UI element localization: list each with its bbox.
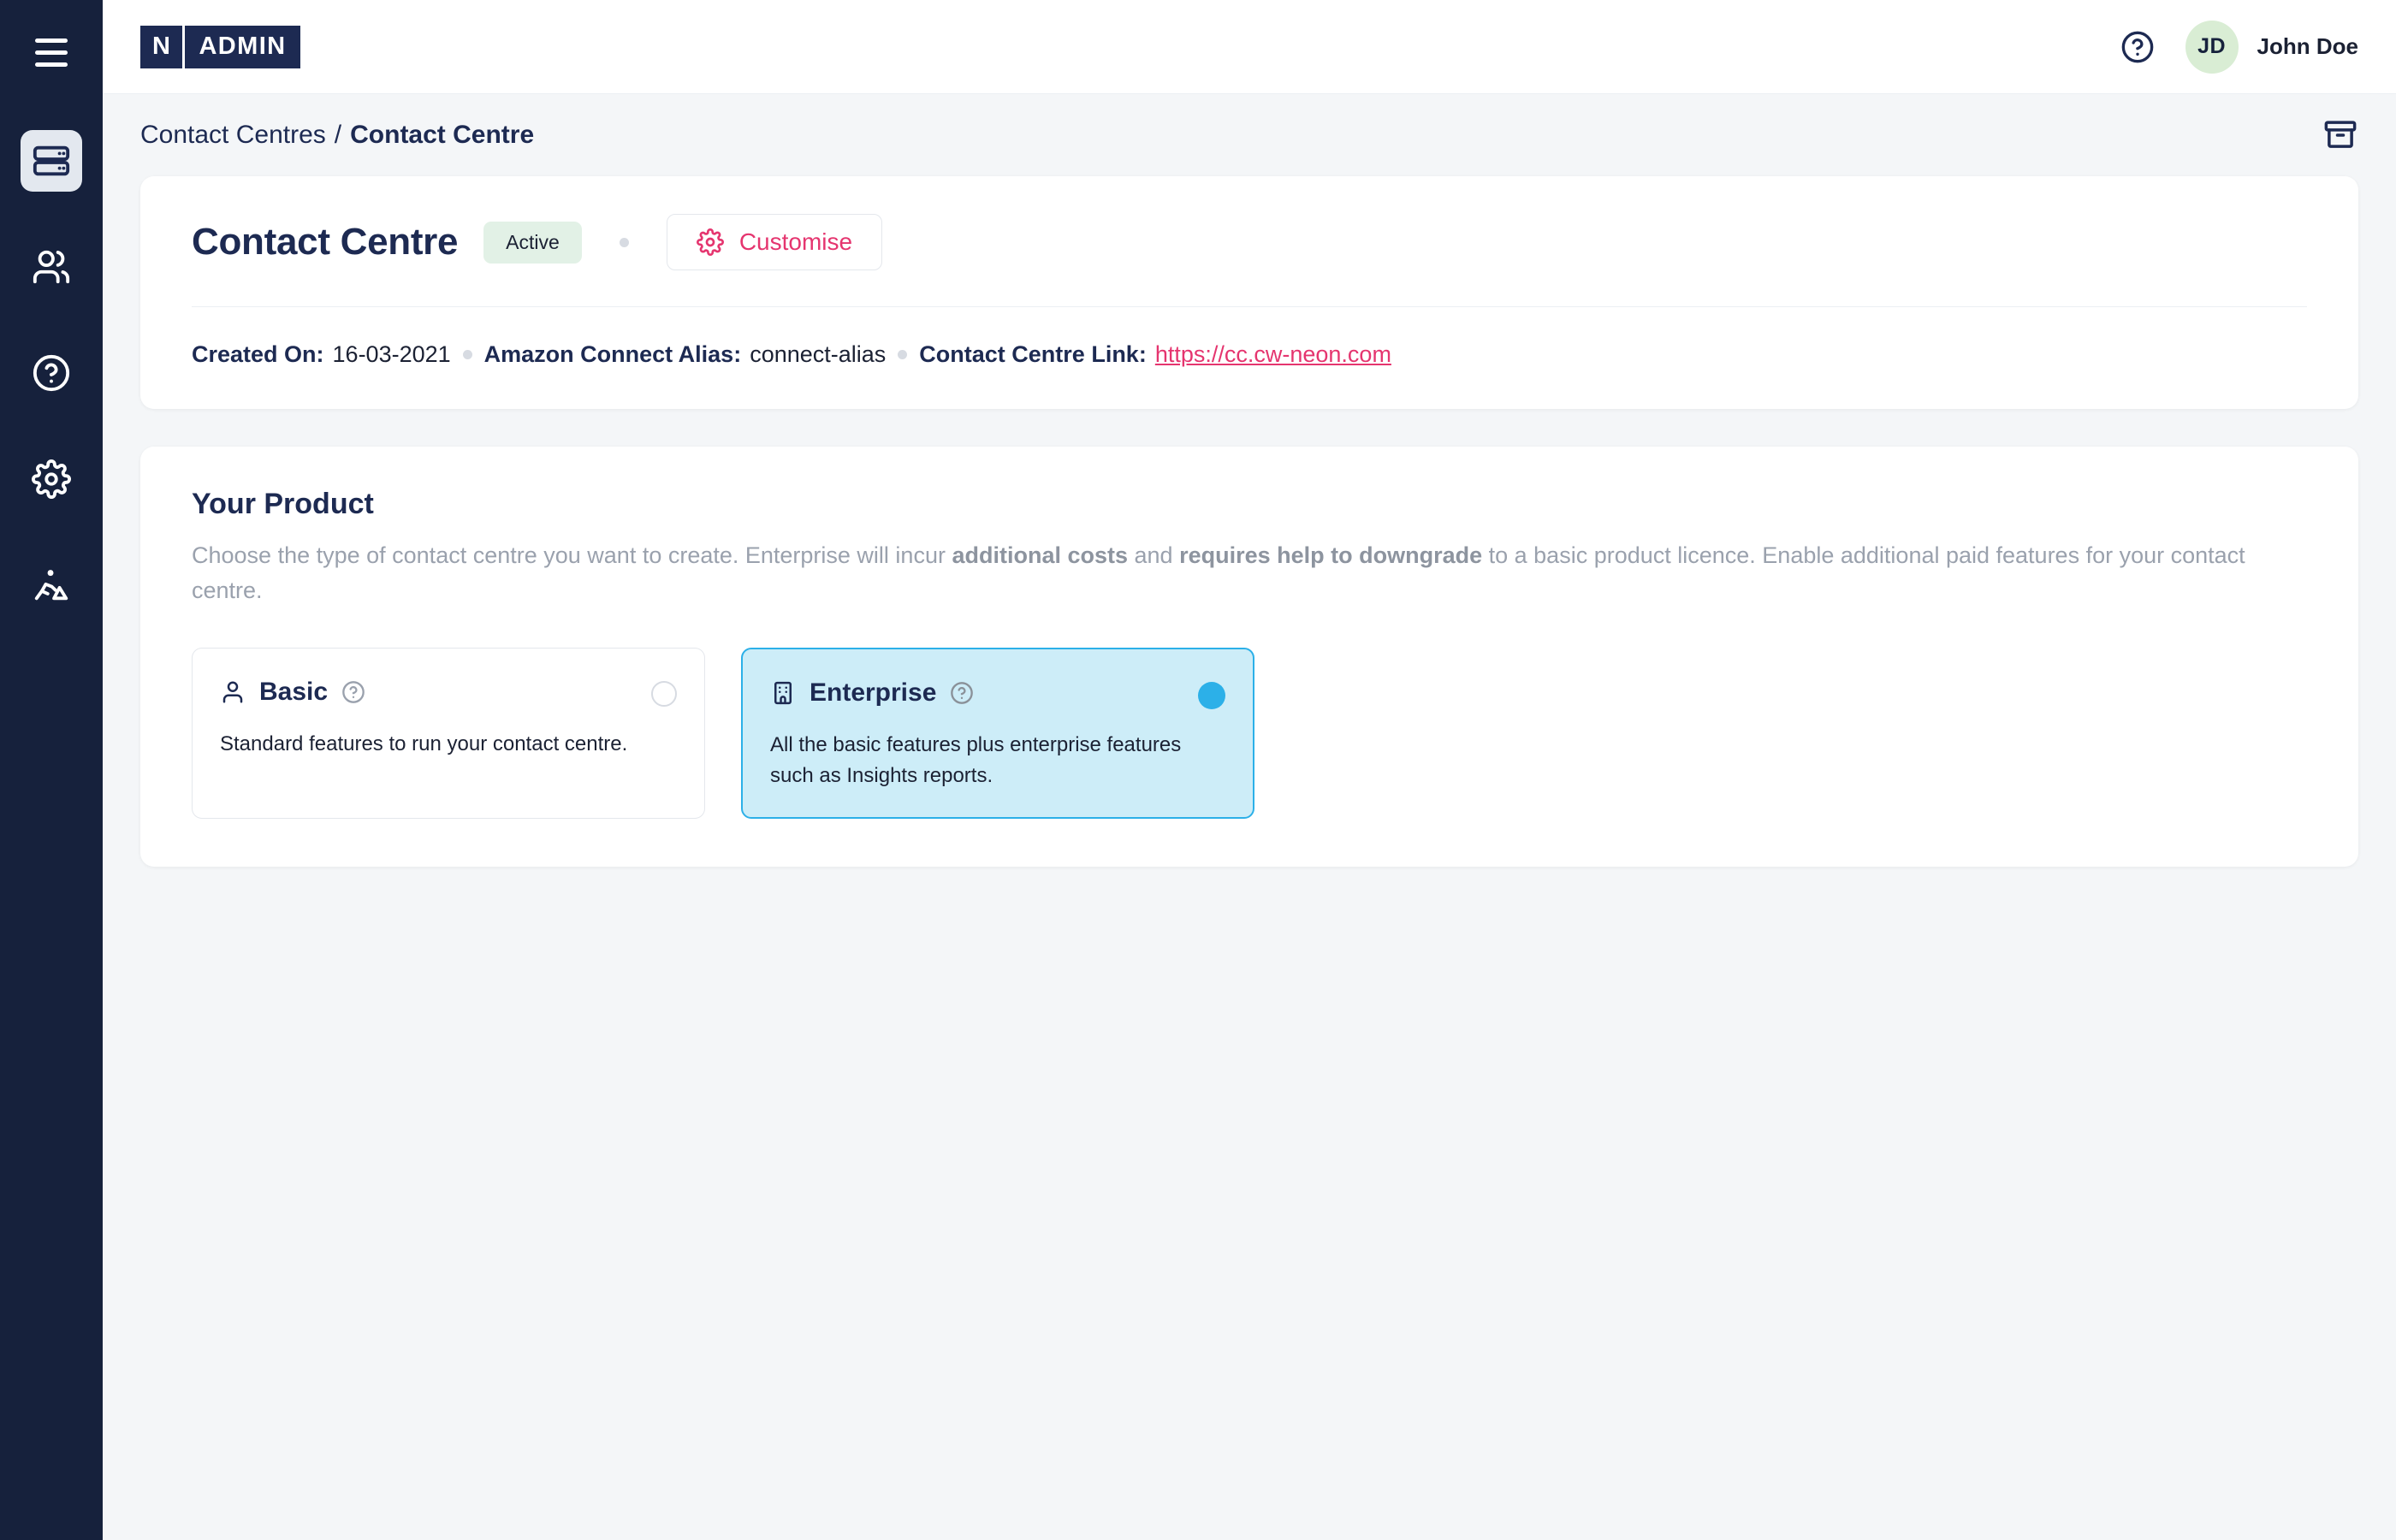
contact-centre-overview-card: Contact Centre Active Customise Created … <box>140 176 2358 409</box>
page-title: Contact Centre <box>192 221 458 264</box>
top-bar: N ADMIN JD John Doe <box>103 0 2396 94</box>
product-option-description: All the basic features plus enterprise f… <box>770 730 1189 791</box>
desc-part: Choose the type of contact centre you wa… <box>192 542 952 568</box>
gear-icon <box>32 459 71 499</box>
section-title: Your Product <box>192 488 2307 521</box>
help-circle-icon <box>32 353 71 393</box>
help-circle-icon <box>2120 30 2155 64</box>
archive-icon <box>2322 117 2358 153</box>
help-button[interactable] <box>2120 30 2155 64</box>
product-option-description: Standard features to run your contact ce… <box>220 729 639 760</box>
product-option-name: Enterprise <box>810 678 936 708</box>
user-name: John Doe <box>2257 33 2358 60</box>
customise-button-label: Customise <box>739 228 852 256</box>
help-circle-icon[interactable] <box>950 681 974 705</box>
sidebar-item-maintenance[interactable] <box>21 554 82 616</box>
app-logo[interactable]: N ADMIN <box>140 26 300 68</box>
breadcrumb: Contact Centres / Contact Centre <box>140 121 534 150</box>
sidebar <box>0 0 103 1540</box>
product-option-enterprise[interactable]: Enterprise All the basic features plus e… <box>741 648 1254 819</box>
section-description: Choose the type of contact centre you wa… <box>192 538 2307 608</box>
meta-label-amazon-connect-alias: Amazon Connect Alias: <box>484 341 742 368</box>
your-product-card: Your Product Choose the type of contact … <box>140 447 2358 867</box>
sidebar-nav-list <box>0 130 103 616</box>
status-badge: Active <box>483 222 582 264</box>
main-column: N ADMIN JD John Doe <box>103 0 2396 1540</box>
product-option-header: Enterprise <box>770 678 1225 708</box>
separator-dot <box>620 238 629 247</box>
app-root: N ADMIN JD John Doe <box>0 0 2396 1540</box>
users-icon <box>32 247 71 287</box>
product-option-name: Basic <box>259 678 328 707</box>
desc-part-bold: additional costs <box>952 542 1128 568</box>
building-icon <box>770 680 796 706</box>
product-option-basic[interactable]: Basic Standard features to run your cont… <box>192 648 705 819</box>
gear-icon <box>697 228 724 256</box>
meta-value-created-on: 16-03-2021 <box>333 341 451 368</box>
meta-value-amazon-connect-alias: connect-alias <box>750 341 886 368</box>
contact-centre-link[interactable]: https://cc.cw-neon.com <box>1155 341 1391 368</box>
user-menu[interactable]: JD John Doe <box>2185 21 2358 74</box>
breadcrumb-current: Contact Centre <box>350 121 534 150</box>
breadcrumb-separator: / <box>335 121 341 150</box>
top-bar-actions: JD John Doe <box>2120 21 2358 74</box>
customise-button[interactable]: Customise <box>667 214 882 270</box>
meta-label-created-on: Created On: <box>192 341 324 368</box>
separator-dot <box>463 350 472 359</box>
product-options: Basic Standard features to run your cont… <box>192 648 2307 819</box>
archive-button[interactable] <box>2322 117 2358 153</box>
server-icon <box>32 141 71 181</box>
desc-part: and <box>1128 542 1179 568</box>
product-option-radio-enterprise[interactable] <box>1198 682 1225 709</box>
overview-meta-row: Created On: 16-03-2021 Amazon Connect Al… <box>192 341 2307 368</box>
logo-mark: N <box>140 26 185 68</box>
product-option-header: Basic <box>220 678 677 707</box>
overview-divider <box>192 306 2307 307</box>
breadcrumb-parent[interactable]: Contact Centres <box>140 121 326 150</box>
hamburger-bar <box>35 62 68 67</box>
sidebar-item-contact-centres[interactable] <box>21 130 82 192</box>
logo-text: ADMIN <box>185 26 300 68</box>
page-content: Contact Centre Active Customise Created … <box>103 176 2396 867</box>
construction-worker-icon <box>32 566 71 605</box>
meta-label-contact-centre-link: Contact Centre Link: <box>919 341 1147 368</box>
product-option-radio-basic[interactable] <box>651 681 677 707</box>
hamburger-bar <box>35 50 68 55</box>
desc-part-bold: requires help to downgrade <box>1179 542 1482 568</box>
sidebar-item-settings[interactable] <box>21 448 82 510</box>
sidebar-item-help[interactable] <box>21 342 82 404</box>
overview-header: Contact Centre Active Customise <box>192 214 2307 270</box>
breadcrumb-bar: Contact Centres / Contact Centre <box>103 94 2396 176</box>
hamburger-menu-icon[interactable] <box>21 22 81 82</box>
avatar: JD <box>2185 21 2239 74</box>
help-circle-icon[interactable] <box>341 680 365 704</box>
hamburger-bar <box>35 38 68 43</box>
separator-dot <box>898 350 907 359</box>
sidebar-item-users[interactable] <box>21 236 82 298</box>
person-icon <box>220 679 246 705</box>
